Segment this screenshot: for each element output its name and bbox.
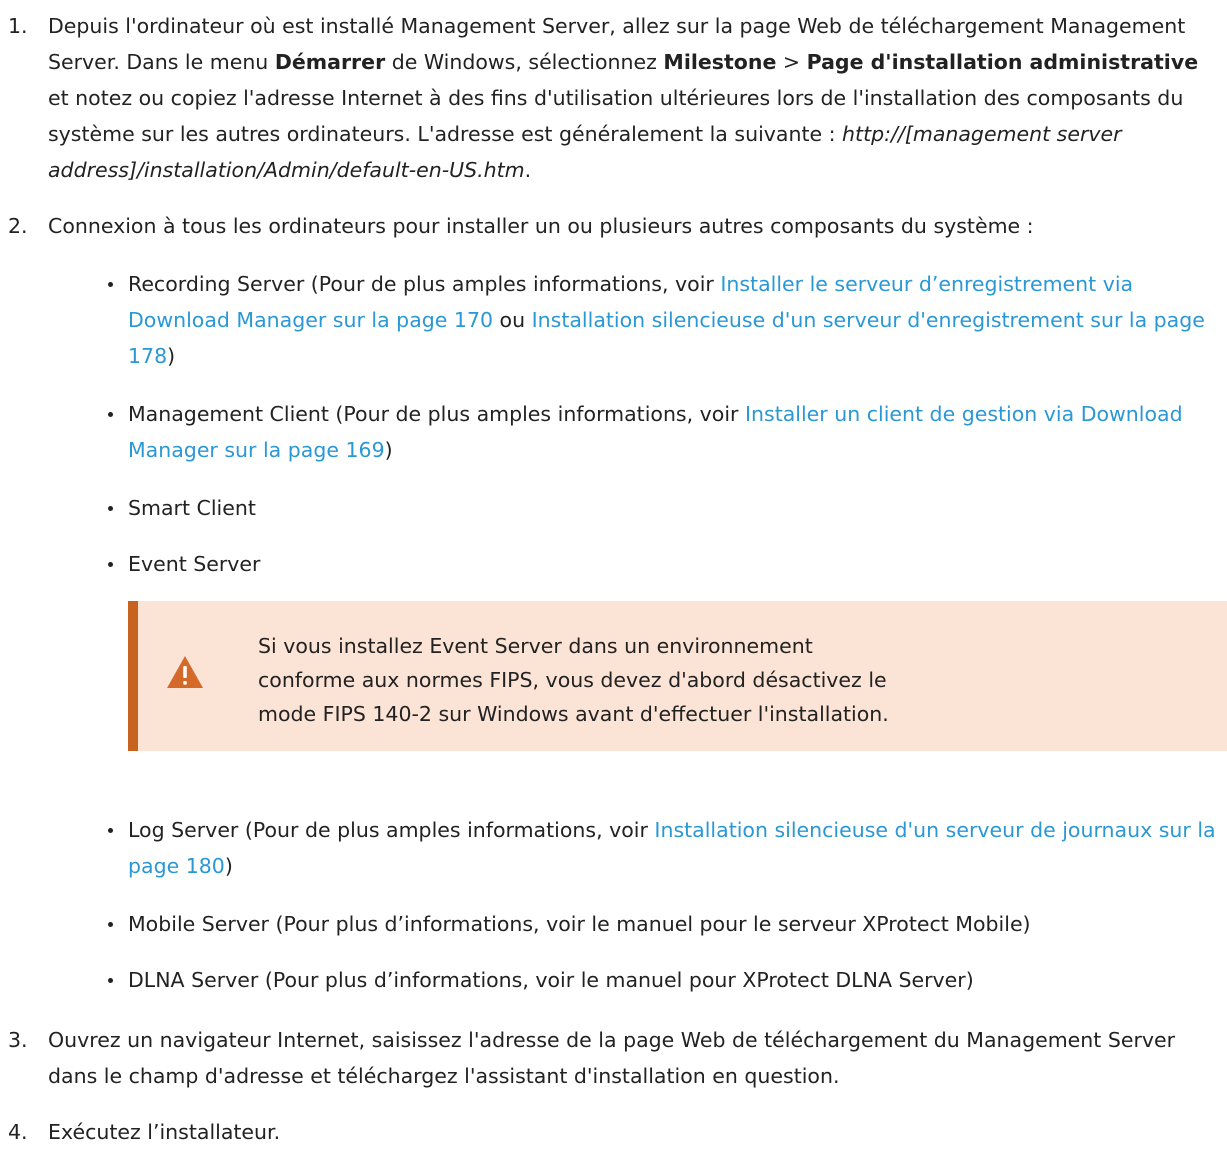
- list-item-recording-server: Recording Server (Pour de plus amples in…: [0, 266, 1227, 374]
- list-item-event-server: Event Server: [0, 546, 1227, 582]
- step-number: 3.: [8, 1028, 28, 1052]
- step-text: de Windows, sélectionnez: [385, 50, 664, 74]
- item-text: ou: [493, 308, 532, 332]
- bullet-icon: [108, 282, 113, 287]
- step-3: 3. Ouvrez un navigateur Internet, saisis…: [0, 1022, 1227, 1094]
- item-text: Management Client (Pour de plus amples i…: [128, 402, 745, 426]
- bullet-icon: [108, 922, 113, 927]
- step-number: 1.: [8, 14, 28, 38]
- item-text: ): [384, 438, 393, 462]
- bullet-icon: [108, 828, 113, 833]
- step-4: 4. Exécutez l’installateur.: [0, 1114, 1227, 1150]
- list-item-dlna-server: DLNA Server (Pour plus d’informations, v…: [0, 962, 1227, 998]
- item-text: Smart Client: [128, 496, 256, 520]
- bullet-icon: [108, 412, 113, 417]
- step-text: Ouvrez un navigateur Internet, saisissez…: [48, 1028, 1176, 1088]
- step-text: >: [776, 50, 807, 74]
- step-number: 2.: [8, 214, 28, 238]
- warning-icon: [167, 656, 203, 688]
- list-item-mobile-server: Mobile Server (Pour plus d’informations,…: [0, 906, 1227, 942]
- item-text: Log Server (Pour de plus amples informat…: [128, 818, 655, 842]
- bullet-icon: [108, 506, 113, 511]
- step-text: Connexion à tous les ordinateurs pour in…: [48, 214, 1034, 238]
- item-text: ): [224, 854, 233, 878]
- step-text: Exécutez l’installateur.: [48, 1120, 281, 1144]
- item-text: Mobile Server (Pour plus d’informations,…: [128, 912, 1031, 936]
- item-text: Event Server: [128, 552, 261, 576]
- bullet-icon: [108, 562, 113, 567]
- warning-text: Si vous installez Event Server dans un e…: [258, 634, 889, 726]
- menu-milestone-label: Milestone: [663, 50, 777, 74]
- item-text: Recording Server (Pour de plus amples in…: [128, 272, 721, 296]
- item-text: ): [167, 344, 176, 368]
- step-2: 2. Connexion à tous les ordinateurs pour…: [0, 208, 1227, 244]
- list-item-smart-client: Smart Client: [0, 490, 1227, 526]
- bullet-icon: [108, 978, 113, 983]
- menu-admin-page-label: Page d'installation administrative: [806, 50, 1199, 74]
- item-text: DLNA Server (Pour plus d’informations, v…: [128, 968, 974, 992]
- list-item-log-server: Log Server (Pour de plus amples informat…: [0, 812, 1227, 884]
- step-text: .: [524, 158, 532, 182]
- warning-note: Si vous installez Event Server dans un e…: [128, 601, 1227, 751]
- menu-start-label: Démarrer: [274, 50, 386, 74]
- step-1: 1. Depuis l'ordinateur où est installé M…: [0, 8, 1227, 188]
- step-number: 4.: [8, 1120, 28, 1144]
- list-item-management-client: Management Client (Pour de plus amples i…: [0, 396, 1227, 468]
